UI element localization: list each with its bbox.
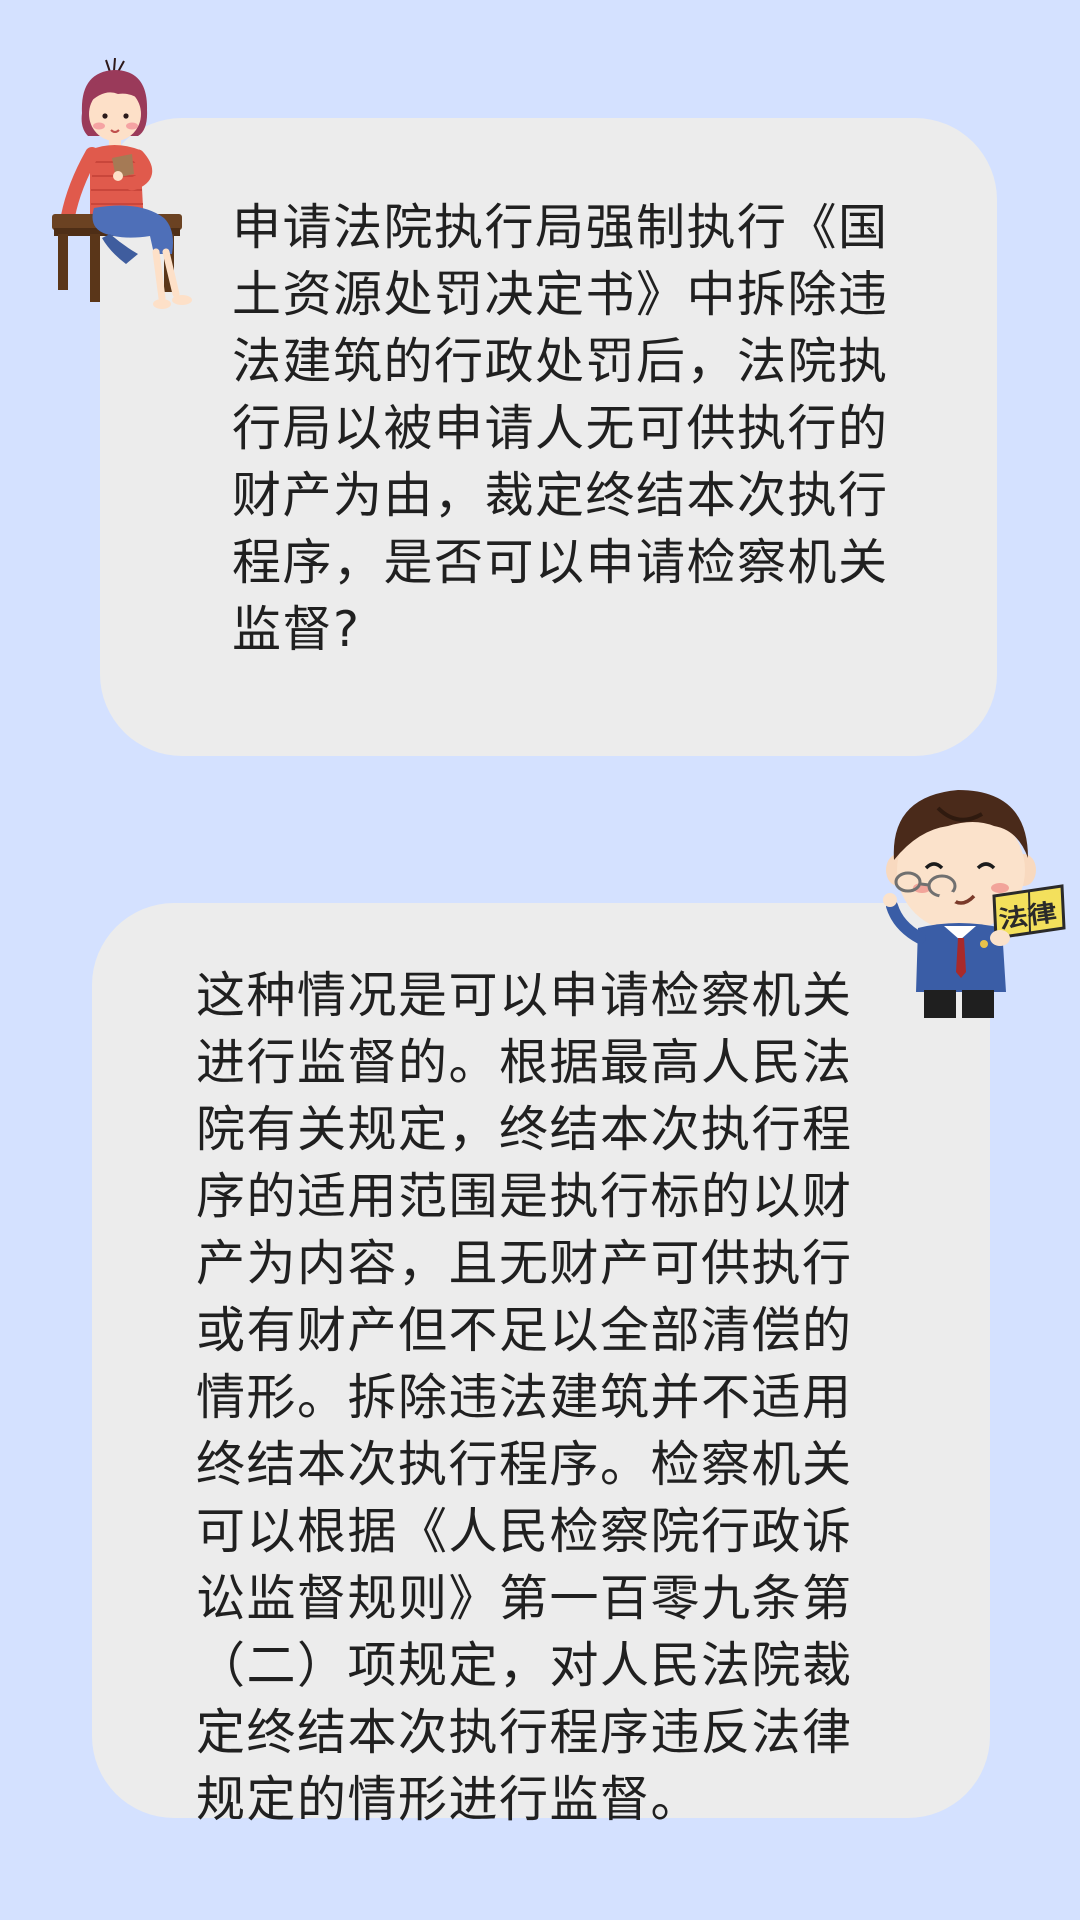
question-line: 财产为由，裁定终结本次执行 [232,467,889,524]
question-line: 土资源处罚决定书》中拆除违 [232,266,889,323]
answer-text: 这种情况是可以申请检察机关 进行监督的。根据最高人民法 院有关规定，终结本次执行… [196,962,853,1833]
answer-line: 这种情况是可以申请检察机关 [196,967,853,1024]
answer-line: 院有关规定，终结本次执行程 [196,1101,853,1158]
answer-line: 讼监督规则》第一百零九条第 [196,1570,853,1627]
answer-line: 序的适用范围是执行标的以财 [196,1168,853,1225]
answer-line: 进行监督的。根据最高人民法 [196,1034,853,1091]
question-text: 申请法院执行局强制执行《国 土资源处罚决定书》中拆除违 法建筑的行政处罚后，法院… [232,194,889,663]
answer-line: 或有财产但不足以全部清偿的 [196,1302,853,1359]
answer-line: 规定的情形进行监督。 [196,1771,702,1828]
question-line: 监督? [232,601,361,658]
girl-sitting-on-bench-icon [52,58,192,309]
question-line: 法建筑的行政处罚后，法院执 [232,333,889,390]
answer-line: 终结本次执行程序。检察机关 [196,1436,853,1493]
answer-line: （二）项规定，对人民法院裁 [196,1637,853,1694]
answer-line: 产为内容，且无财产可供执行 [196,1235,853,1292]
question-line: 程序，是否可以申请检察机关 [232,534,889,591]
answer-line: 定终结本次执行程序违反法律 [196,1704,853,1761]
question-line: 申请法院执行局强制执行《国 [232,199,889,256]
answer-line: 情形。拆除违法建筑并不适用 [196,1369,853,1426]
question-line: 行局以被申请人无可供执行的 [232,400,889,457]
prosecutor-holding-law-book-icon: 法律 [883,790,1066,1018]
answer-line: 可以根据《人民检察院行政诉 [196,1503,853,1560]
